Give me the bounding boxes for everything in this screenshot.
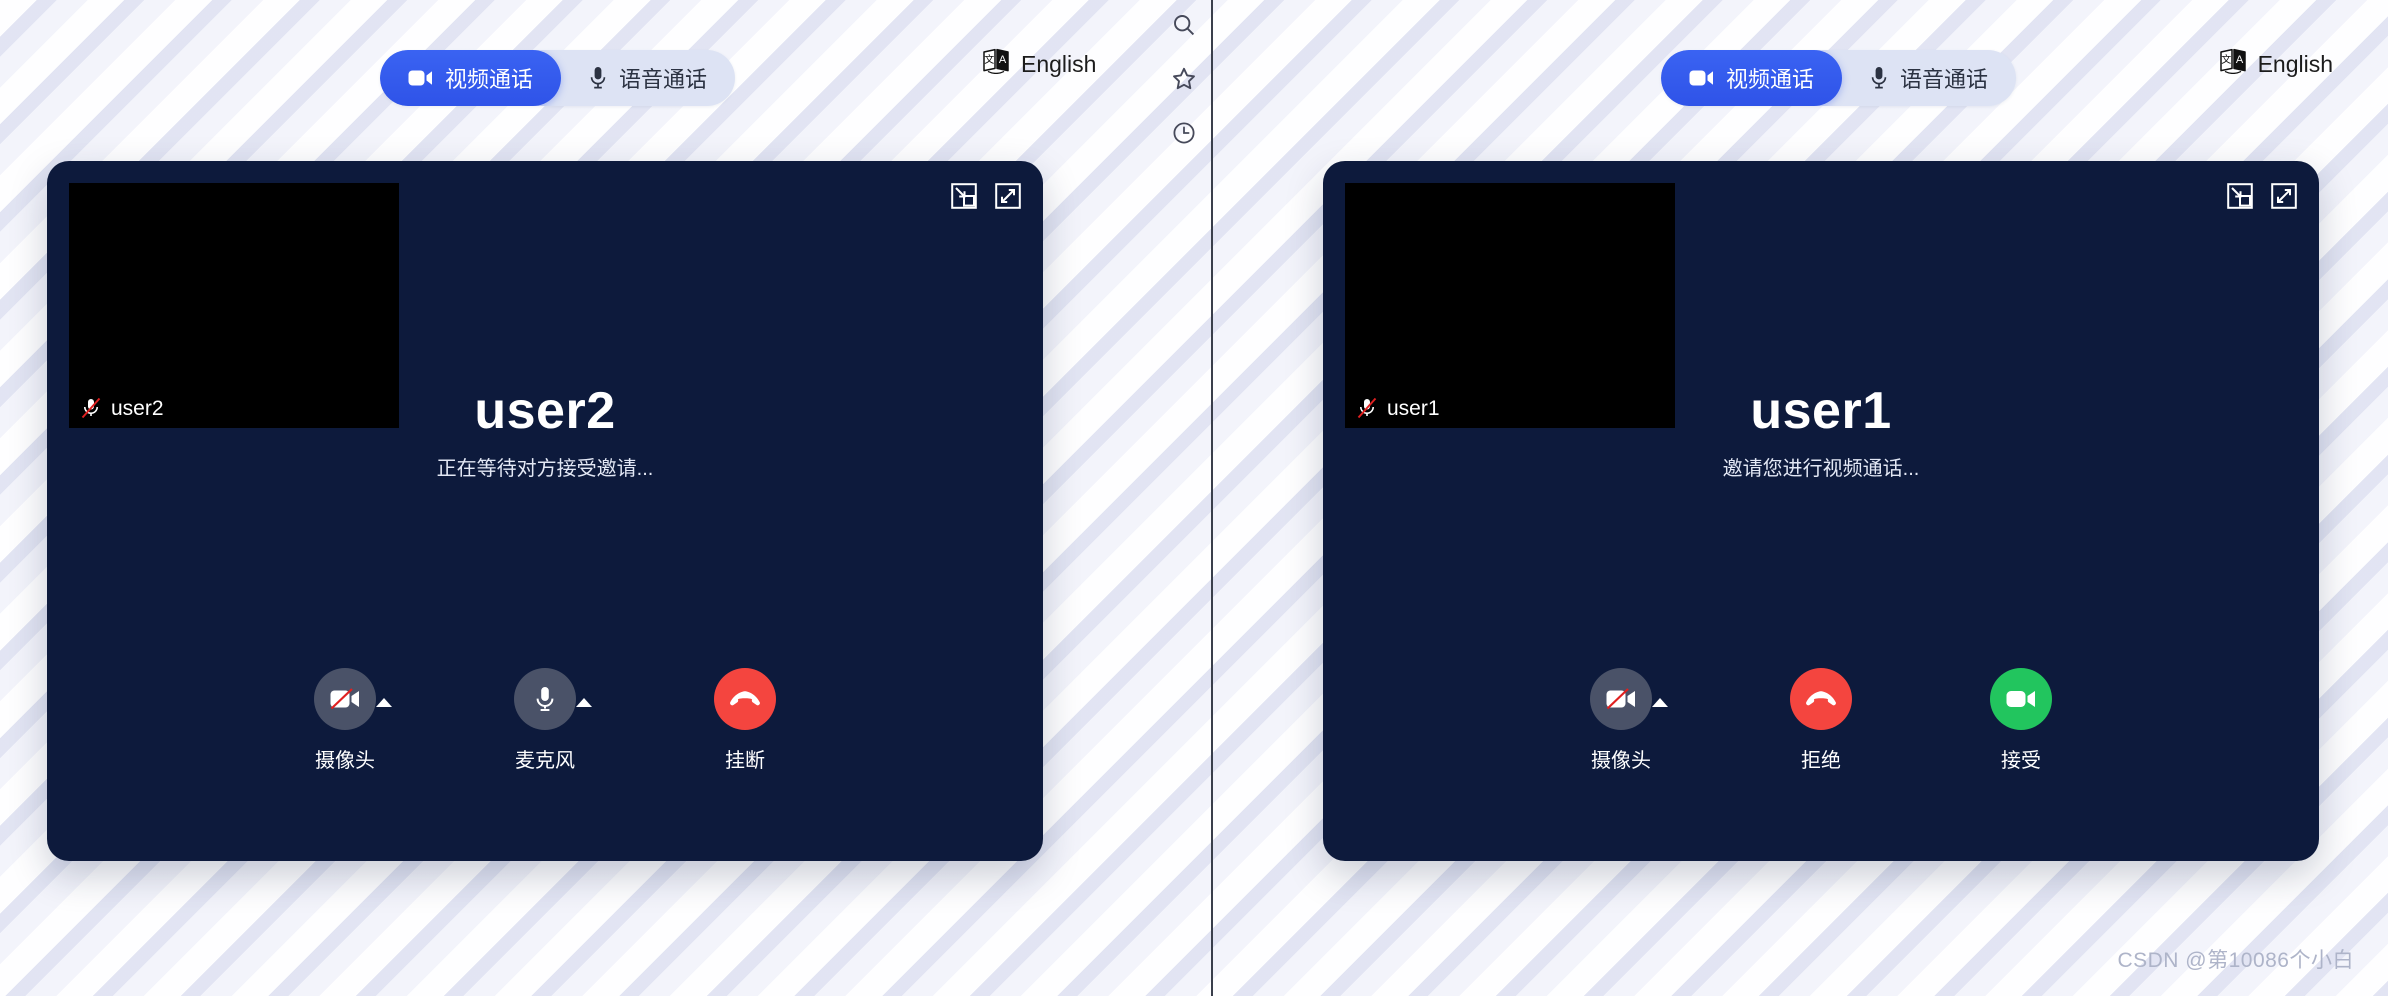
left-control-microphone[interactable]: 麦克风: [490, 668, 600, 773]
video-camera-icon: [1689, 69, 1714, 87]
left-client-pane: 视频通话 语音通话 文 A English user2 user2 正在等待对方…: [0, 0, 1211, 996]
svg-text:A: A: [999, 54, 1007, 66]
microphone-icon: [589, 66, 607, 90]
right-topbar: 视频通话 语音通话 文 A English: [1211, 0, 2388, 130]
watermark: CSDN @第10086个小白: [2117, 949, 2354, 972]
app-stage: 视频通话 语音通话 文 A English user2 user2 正在等待对方…: [0, 0, 2388, 996]
left-panel-tools: [951, 183, 1021, 214]
video-camera-icon: [408, 69, 433, 87]
right-panel-tools: [2227, 183, 2297, 214]
right-peer-name: user1: [1750, 382, 1892, 440]
left-topbar: 视频通话 语音通话 文 A English: [0, 0, 1211, 130]
microphone-icon: [1870, 66, 1888, 90]
left-call-panel: user2 user2 正在等待对方接受邀请... 摄像头 麦克风 挂断: [47, 161, 1043, 861]
phone-hangup-icon: [714, 668, 776, 730]
right-peer-status: 邀请您进行视频通话...: [1722, 458, 1920, 481]
right-tab-audio-call-label: 语音通话: [1900, 67, 1989, 92]
left-language-switcher[interactable]: 文 A English: [982, 48, 1096, 80]
right-call-controls: 摄像头 拒绝 接受: [1323, 668, 2319, 773]
left-language-label: English: [1021, 50, 1097, 77]
left-peer-status: 正在等待对方接受邀请...: [436, 458, 654, 481]
right-peer-info: user1 邀请您进行视频通话...: [1323, 381, 2319, 481]
right-call-mode-switcher[interactable]: 视频通话 语音通话: [1661, 50, 2017, 106]
left-control-camera[interactable]: 摄像头: [290, 668, 400, 773]
fullscreen-icon[interactable]: [995, 183, 1021, 214]
left-call-mode-switcher[interactable]: 视频通话 语音通话: [380, 50, 736, 106]
picture-in-picture-icon[interactable]: [951, 183, 977, 214]
right-control-reject[interactable]: 拒绝: [1766, 668, 1876, 773]
picture-in-picture-icon[interactable]: [2227, 183, 2253, 214]
left-tab-video-call-label: 视频通话: [445, 67, 534, 92]
right-control-camera-label: 摄像头: [1591, 750, 1651, 772]
microphone-icon: [514, 668, 576, 730]
browser-side-rail: [1158, 0, 1210, 170]
camera-off-icon: [1590, 668, 1652, 730]
video-camera-icon: [1990, 668, 2052, 730]
right-tab-video-call[interactable]: 视频通话: [1661, 50, 1843, 106]
svg-text:文: 文: [984, 53, 994, 66]
pane-splitter[interactable]: [1211, 0, 1213, 996]
star-icon[interactable]: [1167, 62, 1201, 96]
left-tab-audio-call-label: 语音通话: [619, 67, 708, 92]
right-control-reject-label: 拒绝: [1801, 750, 1841, 772]
left-control-microphone-label: 麦克风: [515, 750, 575, 772]
svg-text:A: A: [2235, 54, 2243, 66]
camera-options-caret-icon[interactable]: [376, 698, 392, 707]
fullscreen-icon[interactable]: [2271, 183, 2297, 214]
left-peer-name: user2: [474, 382, 616, 440]
search-icon[interactable]: [1167, 8, 1201, 42]
translate-icon: 文 A: [2219, 48, 2247, 80]
translate-icon: 文 A: [982, 48, 1010, 80]
camera-off-icon: [314, 668, 376, 730]
phone-hangup-icon: [1790, 668, 1852, 730]
right-control-camera[interactable]: 摄像头: [1566, 668, 1676, 773]
left-control-camera-label: 摄像头: [315, 750, 375, 772]
microphone-options-caret-icon[interactable]: [576, 698, 592, 707]
left-call-controls: 摄像头 麦克风 挂断: [47, 668, 1043, 773]
right-language-switcher[interactable]: 文 A English: [2219, 48, 2333, 80]
right-tab-video-call-label: 视频通话: [1726, 67, 1815, 92]
left-control-hangup[interactable]: 挂断: [690, 668, 800, 773]
right-tab-audio-call[interactable]: 语音通话: [1842, 50, 2016, 106]
left-control-hangup-label: 挂断: [725, 750, 765, 772]
right-client-pane: 视频通话 语音通话 文 A English user1 user1 邀请您进行视…: [1211, 0, 2388, 996]
left-tab-video-call[interactable]: 视频通话: [380, 50, 562, 106]
svg-text:文: 文: [2221, 53, 2231, 66]
camera-options-caret-icon[interactable]: [1652, 698, 1668, 707]
right-control-accept[interactable]: 接受: [1966, 668, 2076, 773]
right-language-label: English: [2257, 50, 2333, 77]
left-peer-info: user2 正在等待对方接受邀请...: [47, 381, 1043, 481]
right-control-accept-label: 接受: [2001, 750, 2041, 772]
right-call-panel: user1 user1 邀请您进行视频通话... 摄像头 拒绝 接受: [1323, 161, 2319, 861]
history-icon[interactable]: [1167, 116, 1201, 150]
left-tab-audio-call[interactable]: 语音通话: [561, 50, 735, 106]
